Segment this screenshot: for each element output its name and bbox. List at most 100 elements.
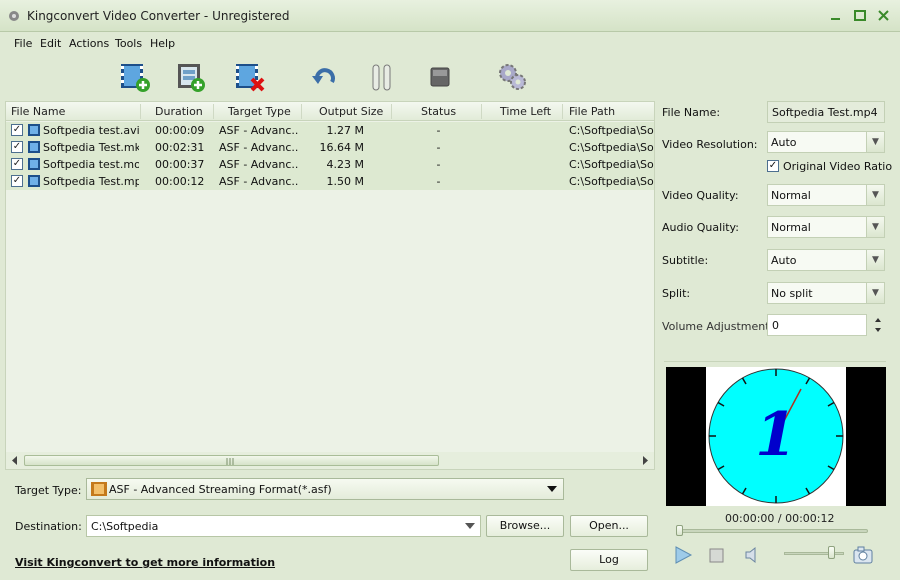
- table-row[interactable]: ✓ Softpedia test.mod 00:00:37 ASF - Advanc.…: [6, 156, 654, 173]
- file-list[interactable]: File Name Duration Target Type Output Si…: [5, 101, 655, 470]
- row-checkbox[interactable]: ✓: [11, 158, 23, 170]
- seek-bar[interactable]: [676, 529, 868, 533]
- cell-output-size: 1.27 M: [326, 124, 364, 137]
- cell-file-name: Softpedia test.avi: [43, 124, 139, 137]
- video-quality-select[interactable]: Normal ▼: [767, 184, 885, 206]
- video-resolution-label: Video Resolution:: [662, 138, 758, 151]
- chevron-down-icon: ▼: [866, 283, 884, 303]
- volume-adjustment-label: Volume Adjustment:: [662, 320, 774, 333]
- target-type-label: Target Type:: [15, 484, 82, 497]
- subtitle-select[interactable]: Auto ▼: [767, 249, 885, 271]
- column-file-name[interactable]: File Name: [11, 105, 65, 118]
- stop-button[interactable]: [423, 60, 457, 94]
- app-icon: [9, 11, 19, 21]
- table-row[interactable]: ✓ Softpedia test.avi 00:00:09 ASF - Advanc.…: [6, 122, 654, 139]
- volume-slider-thumb[interactable]: [828, 546, 835, 559]
- audio-quality-value: Normal: [771, 221, 811, 234]
- row-checkbox[interactable]: ✓: [11, 124, 23, 136]
- close-icon[interactable]: [875, 8, 893, 24]
- column-status[interactable]: Status: [421, 105, 456, 118]
- table-row[interactable]: ✓ Softpedia Test.mp4 00:00:12 ASF - Advanc.…: [6, 173, 654, 190]
- clock-image: 1: [708, 368, 844, 504]
- video-file-icon: [28, 158, 40, 170]
- remove-button[interactable]: [233, 60, 267, 94]
- preview-frame: 1: [706, 367, 846, 506]
- column-divider[interactable]: [301, 104, 302, 119]
- scrollbar-thumb[interactable]: [24, 455, 439, 466]
- table-row[interactable]: ✓ Softpedia Test.mkv 00:02:31 ASF - Advanc.…: [6, 139, 654, 156]
- kingconvert-link[interactable]: Visit Kingconvert to get more informatio…: [15, 556, 275, 569]
- volume-spinner[interactable]: [872, 314, 884, 336]
- row-checkbox[interactable]: ✓: [11, 141, 23, 153]
- chevron-down-icon: ▼: [866, 132, 884, 152]
- pause-button[interactable]: [365, 60, 399, 94]
- add-video-button[interactable]: [118, 60, 152, 94]
- spinner-arrows-icon[interactable]: [872, 314, 884, 336]
- menu-actions[interactable]: Actions: [69, 37, 109, 50]
- snapshot-camera-icon[interactable]: [852, 545, 874, 565]
- menu-edit[interactable]: Edit: [40, 37, 61, 50]
- column-duration[interactable]: Duration: [155, 105, 203, 118]
- seek-thumb[interactable]: [676, 525, 683, 536]
- target-type-select[interactable]: ASF - Advanced Streaming Format(*.asf): [86, 478, 564, 500]
- cell-target-type: ASF - Advanc...: [219, 124, 299, 137]
- scroll-left-icon[interactable]: [10, 455, 20, 466]
- add-folder-button[interactable]: [174, 60, 208, 94]
- cell-file-path: C:\Softpedia\Soft: [569, 158, 654, 171]
- cell-output-size: 1.50 M: [326, 175, 364, 188]
- menu-tools[interactable]: Tools: [115, 37, 142, 50]
- column-divider[interactable]: [481, 104, 482, 119]
- cell-status: -: [436, 141, 441, 154]
- cell-output-size: 4.23 M: [326, 158, 364, 171]
- cell-file-path: C:\Softpedia\Soft: [569, 141, 654, 154]
- split-label: Split:: [662, 287, 691, 300]
- minimize-icon[interactable]: [827, 8, 845, 24]
- column-divider[interactable]: [562, 104, 563, 119]
- chevron-down-icon[interactable]: [465, 522, 475, 530]
- title-bar: Kingconvert Video Converter - Unregister…: [0, 0, 900, 32]
- cell-file-name: Softpedia test.mod: [43, 158, 139, 171]
- list-header: File Name Duration Target Type Output Si…: [6, 102, 654, 121]
- column-divider[interactable]: [213, 104, 214, 119]
- original-ratio-checkbox[interactable]: ✓: [767, 160, 779, 172]
- row-checkbox[interactable]: ✓: [11, 175, 23, 187]
- stop-icon: [430, 67, 450, 87]
- split-select[interactable]: No split ▼: [767, 282, 885, 304]
- target-type-value: ASF - Advanced Streaming Format(*.asf): [109, 483, 332, 496]
- video-quality-label: Video Quality:: [662, 189, 739, 202]
- settings-button[interactable]: [495, 60, 529, 94]
- destination-value: C:\Softpedia: [91, 520, 159, 533]
- scroll-right-icon[interactable]: [640, 455, 650, 466]
- horizontal-scrollbar[interactable]: [6, 452, 654, 469]
- volume-slider[interactable]: [784, 552, 844, 555]
- audio-quality-select[interactable]: Normal ▼: [767, 216, 885, 238]
- column-divider[interactable]: [391, 104, 392, 119]
- cell-status: -: [436, 158, 441, 171]
- refresh-icon: [312, 68, 335, 84]
- maximize-icon[interactable]: [851, 8, 869, 24]
- menu-bar: File Edit Actions Tools Help: [0, 34, 900, 54]
- audio-quality-label: Audio Quality:: [662, 221, 739, 234]
- video-file-icon: [28, 124, 40, 136]
- menu-help[interactable]: Help: [150, 37, 175, 50]
- film-folder-add-icon: [178, 64, 205, 92]
- browse-button[interactable]: Browse...: [486, 515, 564, 537]
- play-icon[interactable]: [673, 545, 693, 565]
- column-target-type[interactable]: Target Type: [228, 105, 291, 118]
- column-file-path[interactable]: File Path: [569, 105, 615, 118]
- menu-file[interactable]: File: [14, 37, 32, 50]
- column-time-left[interactable]: Time Left: [500, 105, 551, 118]
- video-resolution-select[interactable]: Auto ▼: [767, 131, 885, 153]
- column-output-size[interactable]: Output Size: [319, 105, 383, 118]
- convert-button[interactable]: [308, 60, 342, 94]
- file-name-label: File Name:: [662, 106, 721, 119]
- stop-playback-icon[interactable]: [708, 546, 726, 564]
- open-button[interactable]: Open...: [570, 515, 648, 537]
- volume-adjustment-input[interactable]: 0: [767, 314, 867, 336]
- log-button[interactable]: Log: [570, 549, 648, 571]
- destination-field[interactable]: C:\Softpedia: [86, 515, 481, 537]
- gears-icon: [499, 64, 526, 90]
- column-divider[interactable]: [140, 104, 141, 119]
- film-strip-icon: [91, 482, 107, 496]
- speaker-icon[interactable]: [743, 546, 761, 564]
